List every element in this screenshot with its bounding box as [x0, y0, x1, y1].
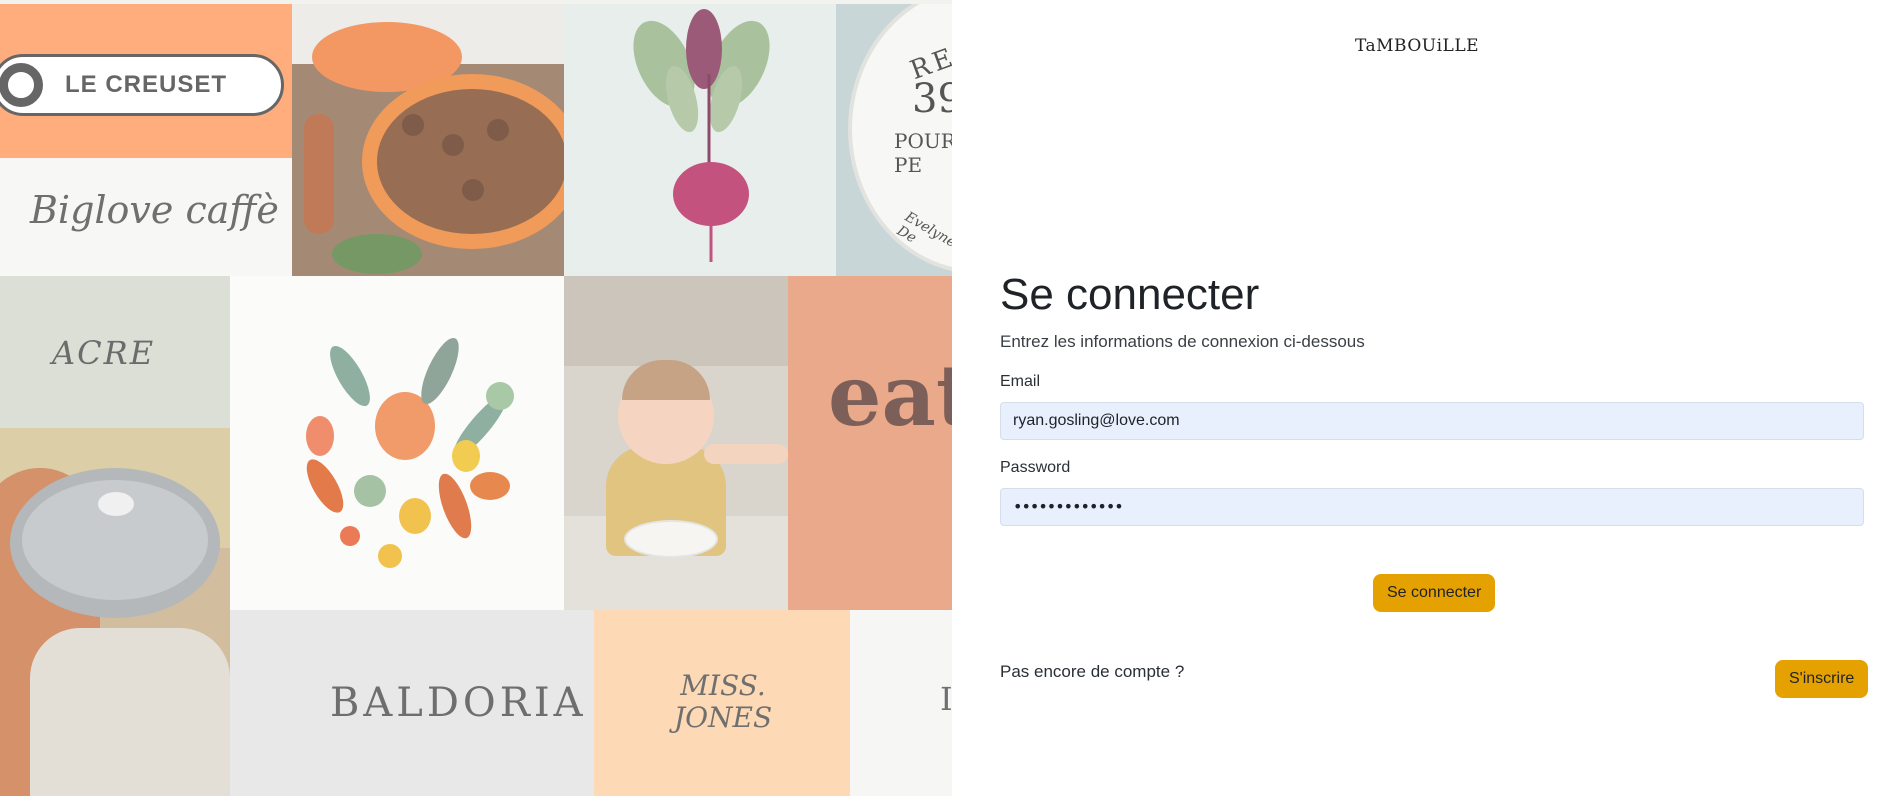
no-account-text: Pas encore de compte ? [1000, 662, 1185, 681]
recipe-plate-tile: RECETTES 39 POUR PE Evelyne, De [836, 4, 952, 276]
vegetable-circle-tile [230, 276, 564, 610]
signup-button[interactable]: S'inscrire [1775, 660, 1869, 698]
beetroot-icon [633, 9, 770, 262]
meatball-pan-photo [292, 4, 564, 276]
le-creuset-tile: LE CREUSET [0, 4, 292, 158]
baldoria-tile: BALDORIA [230, 610, 594, 796]
beetroot-tile [564, 4, 836, 276]
eat-tile: eat [788, 276, 952, 610]
brand-logo: TaMBOUiLLE [1354, 36, 1480, 56]
email-label: Email [1000, 373, 1041, 390]
vegetables-illustration [290, 334, 514, 568]
login-panel: TaMBOUiLLE Se connecter Entrez les infor… [952, 0, 1882, 796]
miss-jones-tile: MISS. JONES [594, 610, 850, 796]
login-button[interactable]: Se connecter [1373, 574, 1496, 612]
brand-collage: LE CREUSET Biglove caffè 39 POUR PE Evel… [0, 0, 952, 796]
woman-with-pot-photo [0, 428, 230, 796]
password-label: Password [1000, 459, 1071, 476]
password-field[interactable]: ••••••••••••• [1000, 488, 1864, 526]
biglove-tile: Biglove caffè [0, 158, 292, 276]
le-creuset-ring-icon [0, 63, 43, 107]
baby-eating-photo [564, 276, 788, 610]
page-title: Se connecter [1000, 270, 1260, 319]
page-subtitle: Entrez les informations de connexion ci-… [1000, 332, 1365, 351]
partial-logo-tile: I [850, 610, 952, 796]
acre-tile: ACRE [0, 276, 230, 428]
le-creuset-logo: LE CREUSET [0, 54, 284, 116]
email-field[interactable]: ryan.gosling@love.com [1000, 402, 1864, 440]
